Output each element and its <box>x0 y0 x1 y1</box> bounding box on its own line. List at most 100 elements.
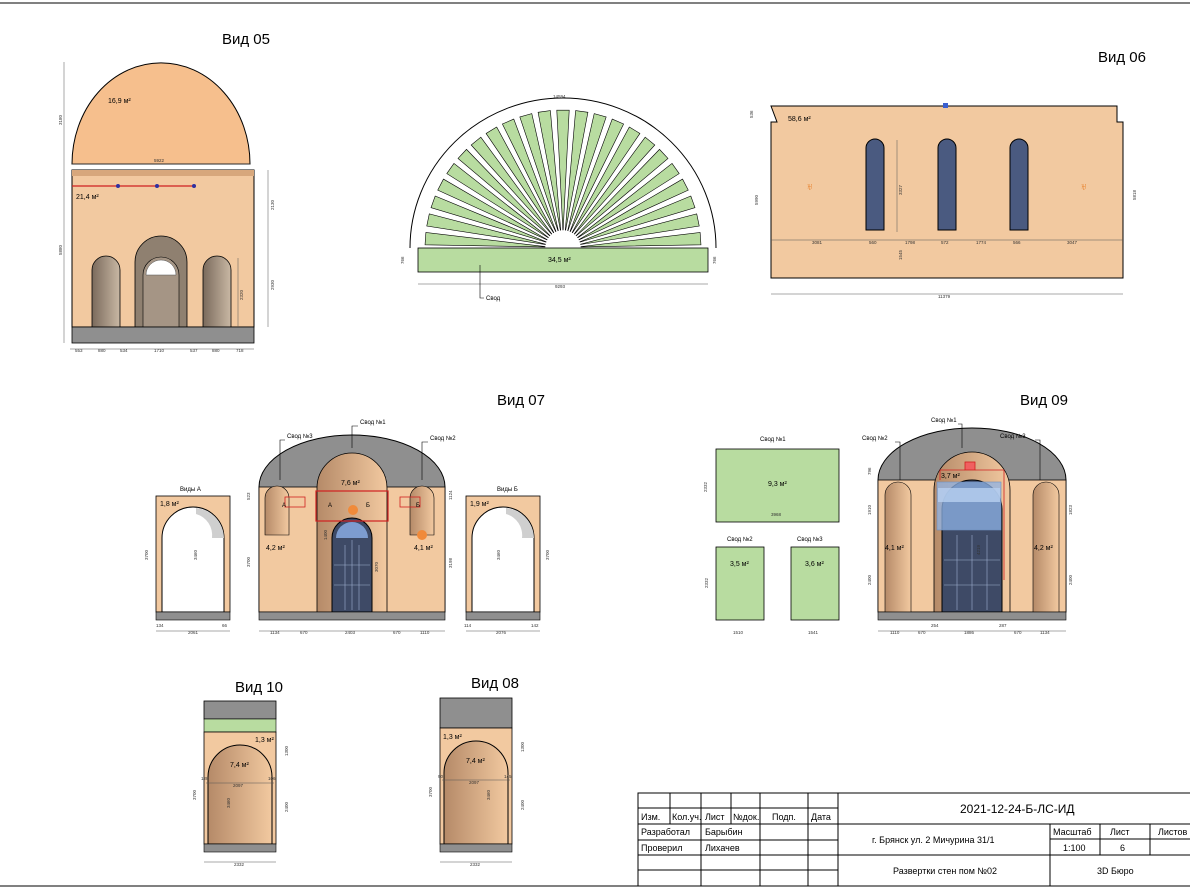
vault-panel-2-area: 3,5 м² <box>730 561 749 568</box>
dim-label: 1134 <box>1040 630 1050 635</box>
view-05-dome <box>71 62 251 165</box>
view-08-inner-dim: 2097 <box>469 780 480 785</box>
view-09-vault2-label: Свод №2 <box>862 435 888 442</box>
fan-h-left-dim: 766 <box>400 256 405 264</box>
view-07-top-left-dim: 523 <box>246 492 251 500</box>
tb-developed-name: Барыбин <box>705 827 743 837</box>
view-09-left-area: 4,1 м² <box>885 545 904 552</box>
view-06-area: 58,6 м² <box>788 116 811 123</box>
view-07-vault1-label: Свод №1 <box>360 419 386 426</box>
tb-header-docno: №док. <box>733 812 759 822</box>
view-05-point <box>116 184 120 188</box>
view-10-top-area: 1,3 м² <box>255 737 274 744</box>
view-06: Вид 06 58,6 м² ♅ ♅ 3327 1545 3081 560 17… <box>749 49 1146 299</box>
view-10-side-left-dim: 128 <box>201 776 209 781</box>
view-06-h-left-dim: 5990 <box>754 194 759 205</box>
dim-label: 670 <box>393 630 401 635</box>
tb-company: 3D Бюро <box>1097 866 1134 876</box>
view-a: Виды А 1,8 м² 3700 3460 134 2061 66 <box>144 487 231 635</box>
dim-label: 1886 <box>964 630 975 635</box>
view-06-width-dim: 11379 <box>938 294 951 299</box>
dim-label: 880 <box>212 348 220 353</box>
drawing-sheet: Вид 05 16,9 м² 5922 21,4 м² 3180 5880 21… <box>0 2 1190 887</box>
view-05-right-arch <box>202 255 232 328</box>
dim-label: 670 <box>918 630 926 635</box>
view-07-right-area: 4,1 м² <box>414 545 433 552</box>
dim-label: 880 <box>98 348 106 353</box>
dim-label: 1710 <box>154 348 165 353</box>
fan-vault-rays <box>424 109 702 248</box>
view-09-door-dim: 4219 <box>976 544 981 555</box>
section-mark-a: А <box>282 503 286 509</box>
dim-label: 254 <box>931 623 939 628</box>
view-10-width-dim: 2332 <box>234 862 245 867</box>
vault-panel-1-area: 9,3 м² <box>768 481 787 488</box>
dim-label: 1110 <box>890 630 900 635</box>
dim-label: 1774 <box>976 240 987 245</box>
section-mark-a: А <box>328 503 332 509</box>
view-06-h-right-dim: 5818 <box>1132 189 1137 200</box>
view-05-point <box>155 184 159 188</box>
view-08-width-dim: 2332 <box>470 862 481 867</box>
view-b-area: 1,9 м² <box>470 501 489 508</box>
view-05-bottom-dims: 553 880 534 1710 537 880 718 <box>75 348 244 353</box>
tb-header-qty: Кол.уч. <box>672 812 702 822</box>
view-08-main-area: 7,4 м² <box>466 758 485 765</box>
vault-panel-2-height-dim: 2332 <box>704 577 709 588</box>
view-b-height-dim: 3700 <box>545 549 550 560</box>
view-07-title: Вид 07 <box>497 392 545 409</box>
view-09-vault3-label: Свод №3 <box>1000 433 1026 440</box>
view-08-top-area: 1,3 м² <box>443 734 462 741</box>
view-a-title: Виды А <box>180 487 201 493</box>
dim-label: 3081 <box>812 240 823 245</box>
view-07-h-left-dim: 3700 <box>246 556 251 567</box>
view-b-title: Виды Б <box>497 487 518 493</box>
view-07-h-right-dim: 3198 <box>448 557 453 568</box>
tb-checked-label: Проверил <box>641 843 682 853</box>
view-05-floor <box>71 326 255 344</box>
view-09-top-dim: 796 <box>867 467 872 475</box>
fan-vault-view: 14594 34,5 м² 766 766 9293 Свод <box>400 94 717 302</box>
view-05-point <box>192 184 196 188</box>
tb-header-sign: Подп. <box>772 812 796 822</box>
view-08: Вид 08 1,3 м² 7,4 м² 2097 90 145 3700 34… <box>428 675 525 867</box>
vault-panels: Свод №1 9,3 м² 3968 2332 Свод №2 3,5 м² … <box>703 436 840 635</box>
tb-doc-code: 2021-12-24-Б-ЛС-ИД <box>960 802 1075 816</box>
view-05-h-total-dim: 5880 <box>58 244 63 255</box>
view-06-marker <box>943 103 948 108</box>
fan-h-right-dim: 766 <box>712 256 717 264</box>
tb-sheets-label: Листов <box>1158 827 1187 837</box>
dim-label: 2061 <box>188 630 199 635</box>
dim-label: 142 <box>531 623 539 628</box>
view-10-upper-dim: 1300 <box>284 745 289 756</box>
view-07-center-area: 7,6 м² <box>341 480 360 487</box>
view-09-vault1-label: Свод №1 <box>931 417 957 424</box>
vault-panel-2 <box>715 546 765 621</box>
tb-developed-label: Разработал <box>641 827 690 837</box>
dim-label: 66 <box>222 623 228 628</box>
tb-header-sheet: Лист <box>705 812 725 822</box>
vault-panel-3 <box>790 546 840 621</box>
view-b-inner-dim: 3460 <box>496 549 501 560</box>
view-09-right-area: 4,2 м² <box>1034 545 1053 552</box>
view-08-arch <box>443 740 509 845</box>
view-10-side-right-dim: 106 <box>268 776 276 781</box>
tb-scale-value: 1:100 <box>1063 843 1086 853</box>
view-08-height-dim: 3700 <box>428 786 433 797</box>
view-05-h-arch-dim: 2320 <box>239 289 244 300</box>
dim-label: 560 <box>869 240 877 245</box>
view-07-left-area: 4,2 м² <box>266 545 285 552</box>
dim-label: 670 <box>300 630 308 635</box>
view-08-arch-dim: 3460 <box>486 789 491 800</box>
view-05-title: Вид 05 <box>222 31 270 48</box>
view-09-mid-dim: 1910 <box>867 504 872 515</box>
view-05-dome-area: 16,9 м² <box>108 98 131 105</box>
view-08-upper-dim: 1300 <box>520 741 525 752</box>
view-06-left-sconce-icon: ♅ <box>806 182 814 193</box>
view-07-vault2-label: Свод №2 <box>430 435 456 442</box>
tb-header-rev: Изм. <box>641 812 660 822</box>
view-08-title: Вид 08 <box>471 675 519 692</box>
view-10-title: Вид 10 <box>235 679 283 696</box>
view-10-lower-dim: 2400 <box>284 801 289 812</box>
dim-label: 566 <box>1013 240 1021 245</box>
